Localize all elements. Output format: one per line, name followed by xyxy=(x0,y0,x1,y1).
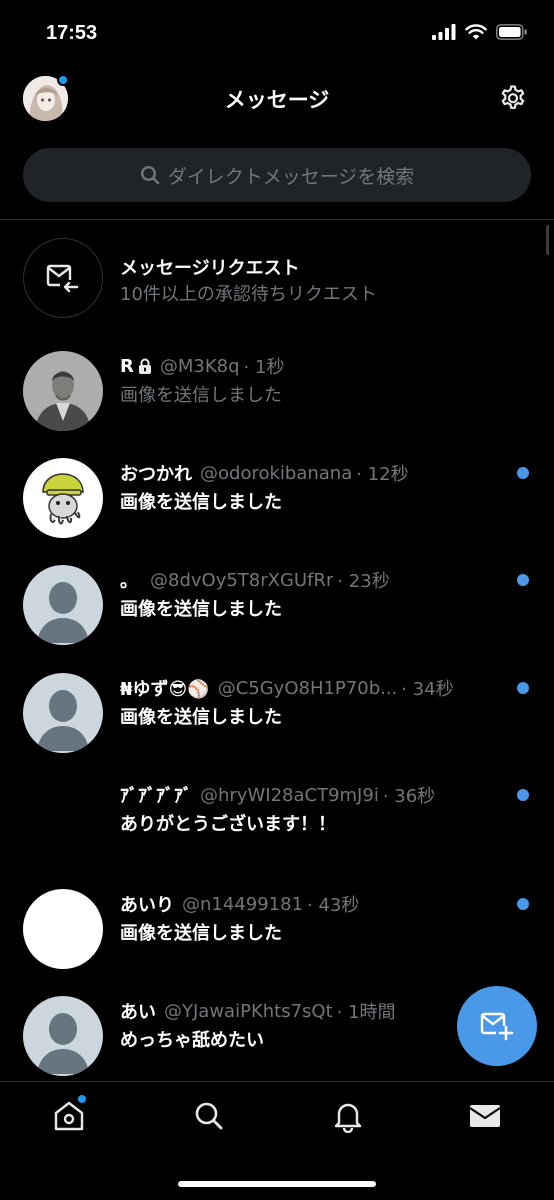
unread-dot xyxy=(517,898,529,910)
unread-dot xyxy=(517,574,529,586)
conversation-handle: @YJawaiPKhts7sQt xyxy=(164,1000,333,1022)
requests-title: メッセージリクエスト xyxy=(120,258,300,279)
conversation-time: · 23秒 xyxy=(337,571,390,592)
conversation-preview: 画像を送信しました xyxy=(120,599,282,620)
page-title: メッセージ xyxy=(224,88,330,112)
conversation-time: · 12秒 xyxy=(356,464,409,485)
conversation-handle: @C5GyO8H1P70b... xyxy=(217,677,398,699)
lock-icon xyxy=(138,358,151,374)
status-icons xyxy=(432,24,528,40)
avatar xyxy=(23,889,103,969)
conversation-preview: 画像を送信しました xyxy=(120,492,282,513)
conversation-header: あい @YJawaiPKhts7sQt · 1時間 xyxy=(120,998,510,1024)
home-icon[interactable] xyxy=(52,1099,86,1133)
status-time: 17:53 xyxy=(46,22,98,44)
conversation-preview: ありがとうございます！！ xyxy=(120,814,336,835)
conversation-row[interactable]: R @M3K8q · 1秒 画像を送信しました xyxy=(0,338,554,445)
conversation-preview: 画像を送信しました xyxy=(120,385,282,406)
home-indicator[interactable] xyxy=(178,1181,376,1187)
search-placeholder: ダイレクトメッセージを検索 xyxy=(167,165,415,188)
conversation-time: · 34秒 xyxy=(401,679,454,700)
conversation-header: 。 @8dvOy5T8rXGUfRr · 23秒 xyxy=(120,567,510,593)
conversation-name: あいり xyxy=(120,895,174,916)
conversation-name: 。 xyxy=(120,571,138,592)
conversation-name: あい xyxy=(120,1002,156,1023)
conversation-time: · 1時間 xyxy=(336,1002,396,1023)
cellular-signal-icon xyxy=(432,24,456,40)
conversation-handle: @n14499181 xyxy=(182,893,304,915)
conversation-preview: 画像を送信しました xyxy=(120,707,282,728)
wifi-icon xyxy=(465,24,487,40)
conversation-name: ｱﾞｱﾞｱﾞｱﾞ xyxy=(120,786,192,807)
bell-icon[interactable] xyxy=(331,1099,365,1133)
home-notification-dot xyxy=(77,1094,87,1104)
conversation-row[interactable]: ｱﾞｱﾞｱﾞｱﾞ @hryWI28aCT9mJ9i · 36秒 ありがとうござい… xyxy=(0,767,554,874)
search-icon xyxy=(140,165,159,185)
conversation-row[interactable]: ₦ゆず😎⚾ @C5GyO8H1P70b... · 34秒 画像を送信しました xyxy=(0,660,554,767)
avatar xyxy=(23,673,103,753)
gear-icon[interactable] xyxy=(498,83,528,113)
conversation-preview: 画像を送信しました xyxy=(120,923,282,944)
conversation-time: · 36秒 xyxy=(382,786,436,807)
mail-icon[interactable] xyxy=(468,1099,502,1133)
avatar xyxy=(23,458,103,538)
conversation-time: · 43秒 xyxy=(307,895,360,916)
avatar xyxy=(23,351,103,431)
avatar xyxy=(23,565,103,645)
new-message-button[interactable] xyxy=(457,986,537,1066)
conversation-row[interactable]: あいり @n14499181 · 43秒 画像を送信しました xyxy=(0,876,554,983)
conversation-name: おつかれ xyxy=(120,464,192,485)
conversation-preview: めっちゃ舐めたい xyxy=(120,1030,264,1051)
new-message-icon xyxy=(480,1012,514,1041)
conversation-header: おつかれ @odorokibanana · 12秒 xyxy=(120,460,510,486)
avatar xyxy=(23,780,103,860)
search-input[interactable]: ダイレクトメッセージを検索 xyxy=(23,148,531,202)
conversation-handle: @8dvOy5T8rXGUfRr xyxy=(150,569,334,591)
conversation-row[interactable]: おつかれ @odorokibanana · 12秒 画像を送信しました xyxy=(0,445,554,552)
avatar xyxy=(23,996,103,1076)
search-icon[interactable] xyxy=(192,1099,226,1133)
conversation-handle: @hryWI28aCT9mJ9i xyxy=(200,784,379,806)
battery-icon xyxy=(496,24,527,40)
unread-dot xyxy=(517,682,529,694)
conversation-handle: @M3K8q xyxy=(159,355,240,377)
conversation-name: ₦ゆず😎⚾ xyxy=(120,679,210,700)
unread-dot xyxy=(517,789,529,801)
mail-request-icon xyxy=(23,238,103,318)
conversation-handle: @odorokibanana xyxy=(200,462,353,484)
conversation-header: ｱﾞｱﾞｱﾞｱﾞ @hryWI28aCT9mJ9i · 36秒 xyxy=(120,782,510,808)
conversation-name: R xyxy=(120,355,134,377)
message-requests-row[interactable]: メッセージリクエスト 10件以上の承認待ちリクエスト xyxy=(0,225,554,331)
conversation-header: R @M3K8q · 1秒 xyxy=(120,353,510,379)
header: メッセージ xyxy=(0,70,554,126)
status-bar: 17:53 xyxy=(0,0,554,70)
divider xyxy=(0,219,554,220)
requests-subtitle: 10件以上の承認待ちリクエスト xyxy=(120,284,377,305)
conversation-row[interactable]: 。 @8dvOy5T8rXGUfRr · 23秒 画像を送信しました xyxy=(0,552,554,659)
unread-dot xyxy=(517,467,529,479)
conversation-time: · 1秒 xyxy=(243,357,285,378)
conversation-header: あいり @n14499181 · 43秒 xyxy=(120,891,510,917)
conversation-header: ₦ゆず😎⚾ @C5GyO8H1P70b... · 34秒 xyxy=(120,675,510,701)
